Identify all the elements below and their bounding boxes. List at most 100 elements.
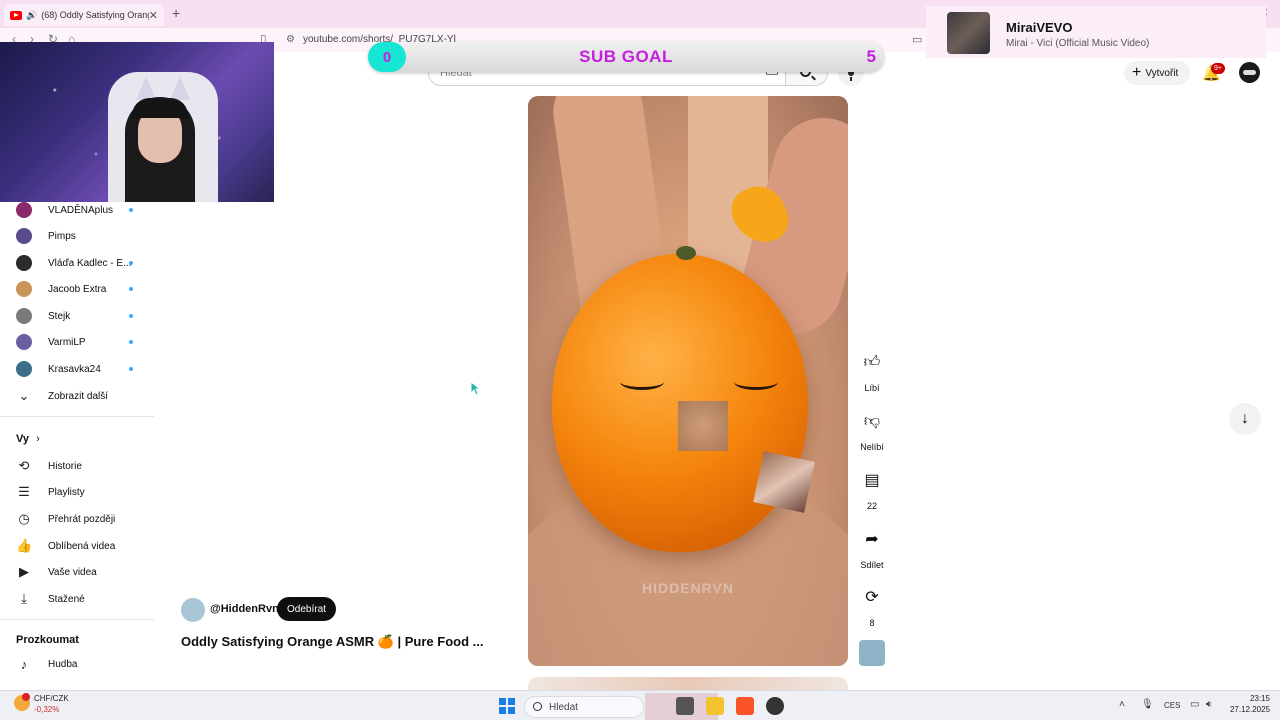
chevron-down-icon: ⌄ xyxy=(18,388,30,403)
microphone-icon[interactable]: 🎙︎ xyxy=(1141,699,1154,710)
now-playing-thumbnail xyxy=(947,12,990,54)
currency-change: -0,32% xyxy=(34,705,60,714)
now-playing-artist: MiraiVEVO xyxy=(1006,20,1073,35)
speaker-icon[interactable]: 🔊 xyxy=(26,10,37,21)
sidebar-item-vlada-kadlec[interactable]: Vláďa Kadlec - E... xyxy=(0,250,154,276)
channel-avatar xyxy=(16,361,32,377)
liked-icon: 👍 xyxy=(16,538,33,553)
language-indicator[interactable]: CES xyxy=(1164,701,1180,710)
remix-button[interactable]: ⟳ 8 xyxy=(856,581,888,628)
comment-icon: ▤ xyxy=(856,464,888,496)
next-video-button[interactable]: ↓ xyxy=(1229,403,1261,435)
history-icon: ⟲ xyxy=(18,458,30,473)
obs-icon[interactable] xyxy=(766,697,784,715)
video-title[interactable]: Oddly Satisfying Orange ASMR 🍊 | Pure Fo… xyxy=(181,634,484,650)
task-view-icon[interactable] xyxy=(676,697,694,715)
cast-icon[interactable]: ▭ xyxy=(912,33,922,46)
sidebar-show-more[interactable]: ⌄ Zobrazit další xyxy=(0,383,154,409)
live-indicator xyxy=(129,340,133,344)
youtube-favicon-icon xyxy=(10,10,22,20)
currency-pair[interactable]: CHF/CZK xyxy=(34,694,69,703)
dislike-button[interactable]: 👎︎ Nelíbí xyxy=(856,405,888,452)
like-button[interactable]: 👍︎ Líbí xyxy=(856,346,888,393)
sidebar-item-stejk[interactable]: Stejk xyxy=(0,303,154,329)
search-icon xyxy=(533,702,542,711)
tab-title: (68) Oddly Satisfying Orange xyxy=(41,10,149,20)
short-video-player[interactable]: HIDDENRVN xyxy=(528,96,848,666)
live-indicator xyxy=(129,261,133,265)
live-indicator xyxy=(129,208,133,212)
sidebar-item-music[interactable]: ♪ Hudba xyxy=(0,651,154,677)
brave-browser-icon[interactable] xyxy=(736,697,754,715)
sidebar-item-pimps[interactable]: Pimps xyxy=(0,223,154,249)
sidebar-item-krasavka24[interactable]: Krasavka24 xyxy=(0,356,154,382)
sidebar-item-your-videos[interactable]: ▶ Vaše videa xyxy=(0,559,154,585)
clock-time[interactable]: 23:15 xyxy=(1228,694,1270,703)
sidebar-item-downloads[interactable]: ⤓ Stažené xyxy=(0,586,154,612)
sidebar-item-varmilp[interactable]: VarmiLP xyxy=(0,329,154,355)
now-playing-title: Mirai - Vici (Official Music Video) xyxy=(1006,38,1150,49)
sub-goal-overlay: SUB GOAL 0 5 xyxy=(368,42,884,72)
currency-widget-icon[interactable] xyxy=(14,693,30,711)
share-button[interactable]: ➦ Sdílet xyxy=(856,523,888,570)
sidebar-item-liked[interactable]: 👍 Oblíbená videa xyxy=(0,533,154,559)
subscribe-button[interactable]: Odebírat xyxy=(277,597,336,621)
volume-icon[interactable]: 🔉︎ xyxy=(1206,699,1212,710)
explore-heading: Prozkoumat xyxy=(16,634,79,646)
live-indicator xyxy=(129,367,133,371)
watch-later-icon: ◷ xyxy=(18,511,30,526)
taskbar-search[interactable]: Hledat xyxy=(524,696,644,718)
close-tab-icon[interactable]: ✕ xyxy=(149,9,158,22)
next-short-preview[interactable] xyxy=(528,677,848,690)
sub-goal-target: 5 xyxy=(866,47,876,66)
share-icon: ➦ xyxy=(856,523,888,555)
site-info-icon[interactable]: ⚙ xyxy=(286,34,295,45)
arrow-down-icon: ↓ xyxy=(1241,410,1249,427)
channel-name[interactable]: @HiddenRvn xyxy=(210,603,279,615)
music-icon: ♪ xyxy=(20,656,28,672)
your-videos-icon: ▶ xyxy=(19,564,29,579)
webcam-overlay xyxy=(0,42,274,202)
now-playing-card[interactable]: MiraiVEVO Mirai - Vici (Official Music V… xyxy=(926,6,1266,58)
plus-icon: + xyxy=(1132,64,1142,81)
clock-date[interactable]: 27.12.2025 xyxy=(1218,705,1270,714)
channel-avatar xyxy=(16,202,32,218)
video-watermark: HIDDENRVN xyxy=(642,580,734,596)
channel-avatar xyxy=(16,308,32,324)
start-button[interactable] xyxy=(499,698,515,714)
sidebar-item-watch-later[interactable]: ◷ Přehrát později xyxy=(0,506,154,532)
live-indicator xyxy=(129,287,133,291)
new-tab-button[interactable]: + xyxy=(172,5,180,21)
sidebar-item-vladenaplus[interactable]: VLADĚNAplus xyxy=(0,202,154,223)
chevron-up-icon[interactable]: ˄ xyxy=(1119,699,1125,710)
account-avatar[interactable] xyxy=(1239,62,1260,83)
file-explorer-icon[interactable] xyxy=(706,697,724,715)
create-button[interactable]: + Vytvořit xyxy=(1124,61,1190,85)
browser-tab[interactable]: 🔊 (68) Oddly Satisfying Orange ✕ xyxy=(4,4,164,26)
channel-avatar xyxy=(16,334,32,350)
sub-goal-title: SUB GOAL xyxy=(579,47,673,66)
channel-avatar[interactable] xyxy=(181,598,205,622)
channel-avatar xyxy=(16,255,32,271)
sidebar-item-history[interactable]: ⟲ Historie xyxy=(0,453,154,479)
channel-avatar xyxy=(16,228,32,244)
face-sticker xyxy=(753,451,815,513)
channel-avatar xyxy=(16,281,32,297)
network-icon[interactable]: ▭ xyxy=(1190,699,1199,710)
playlists-icon: ☰ xyxy=(18,484,30,499)
sidebar: VLADĚNAplus Pimps Vláďa Kadlec - E... Ja… xyxy=(0,202,154,690)
live-indicator xyxy=(129,314,133,318)
thumbs-up-icon: 👍︎ xyxy=(856,346,888,378)
sidebar-item-playlists[interactable]: ☰ Playlisty xyxy=(0,479,154,505)
comments-button[interactable]: ▤ 22 xyxy=(856,464,888,511)
chevron-right-icon: › xyxy=(36,433,40,445)
thumbs-down-icon: 👎︎ xyxy=(856,405,888,437)
mouse-cursor-icon xyxy=(470,381,480,396)
notifications-badge: 9+ xyxy=(1211,63,1225,74)
taskbar: CHF/CZK -0,32% Hledat ˄ 🎙︎ CES ▭ 🔉︎ 23:1… xyxy=(0,690,1280,720)
sub-goal-progress: 0 xyxy=(368,42,406,72)
you-heading[interactable]: Vy › xyxy=(16,433,40,445)
remix-icon: ⟳ xyxy=(856,581,888,613)
sidebar-item-jacoob-extra[interactable]: Jacoob Extra xyxy=(0,276,154,302)
sound-thumbnail[interactable] xyxy=(859,640,885,666)
